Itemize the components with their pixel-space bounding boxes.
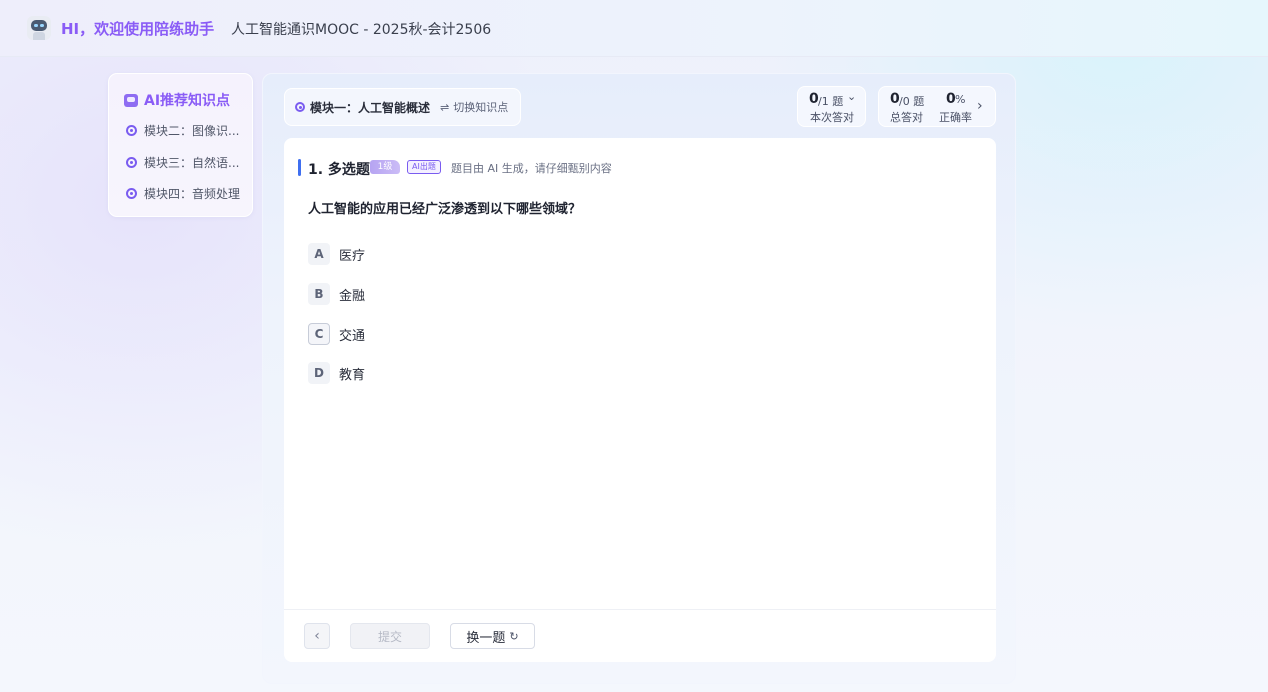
submit-button[interactable]: 提交 [350, 623, 430, 649]
question-text: 人工智能的应用已经广泛渗透到以下哪些领域？ [308, 202, 582, 217]
question-type-title: 1. 多选题 [308, 162, 370, 178]
sidebar-item-label: 模块四：音频处理 [144, 187, 241, 201]
option-key: A [308, 243, 330, 265]
option-key: C [308, 323, 330, 345]
sidebar-item-label: 模块二：图像识... [144, 124, 240, 138]
target-icon [295, 102, 305, 112]
level-badge: 1级 [370, 160, 400, 174]
option-c[interactable]: C 交通 [308, 323, 365, 345]
chevron-right-icon: › [977, 98, 983, 114]
target-icon [126, 188, 137, 199]
current-module: 模块一：人工智能概述 [310, 100, 431, 115]
option-text: 教育 [339, 367, 366, 383]
module-selector: 模块一：人工智能概述 ⇌ 切换知识点 [284, 88, 521, 126]
swap-label: 换一题 [466, 630, 506, 646]
sidebar-item-label: 模块三：自然语... [144, 156, 240, 170]
target-icon [126, 157, 137, 168]
switch-icon[interactable]: ⇌ [440, 101, 449, 114]
option-key: B [308, 283, 330, 305]
app-header: HI，欢迎使用陪练助手 人工智能通识MOOC - 2025秋-会计2506 [0, 0, 1268, 57]
session-stat-dropdown[interactable]: 0 /1 题 ⌄ 本次答对 [797, 86, 866, 127]
refresh-icon: ↻ [509, 629, 519, 643]
total-stat-label: 总答对 [890, 111, 923, 124]
total-count-unit: /0 题 [899, 95, 925, 108]
option-d[interactable]: D 教育 [308, 362, 365, 384]
option-key: D [308, 362, 330, 384]
ai-generated-badge: AI出题 [407, 160, 441, 174]
option-b[interactable]: B 金融 [308, 283, 365, 305]
sidebar-item-module-3[interactable]: 模块三：自然语... [126, 154, 239, 171]
chevron-left-icon: ‹ [314, 628, 320, 644]
practice-panel: 模块一：人工智能概述 ⇌ 切换知识点 0 /1 题 ⌄ 本次答对 0 /0 题 … [262, 73, 1016, 684]
session-stat-label: 本次答对 [810, 111, 854, 124]
option-text: 医疗 [339, 248, 366, 264]
previous-button[interactable]: ‹ [304, 623, 330, 649]
ai-bot-icon [124, 93, 138, 107]
switch-knowledge-link[interactable]: 切换知识点 [453, 99, 508, 115]
accuracy-label: 正确率 [939, 111, 972, 124]
sidebar-header: AI推荐知识点 [124, 90, 230, 110]
next-question-button[interactable]: 换一题 ↻ [450, 623, 535, 649]
target-icon [126, 125, 137, 136]
ai-disclaimer: 题目由 AI 生成，请仔细甄别内容 [451, 162, 612, 175]
option-text: 交通 [339, 328, 366, 344]
overall-stat-button[interactable]: 0 /0 题 总答对 0 % 正确率 › [878, 86, 996, 127]
greeting-title: HI，欢迎使用陪练助手 [61, 20, 215, 38]
submit-label: 提交 [377, 629, 402, 644]
title-accent-bar [298, 159, 301, 176]
recommend-sidebar: AI推荐知识点 模块二：图像识... 模块三：自然语... 模块四：音频处理 [108, 73, 253, 217]
question-card: 1. 多选题 1级 AI出题 题目由 AI 生成，请仔细甄别内容 人工智能的应用… [284, 138, 996, 662]
sidebar-title: AI推荐知识点 [144, 93, 231, 109]
session-total-unit: /1 题 [818, 95, 844, 108]
footer-divider [284, 609, 996, 610]
sidebar-item-module-4[interactable]: 模块四：音频处理 [126, 185, 240, 202]
sidebar-item-module-2[interactable]: 模块二：图像识... [126, 122, 239, 139]
chevron-down-icon: ⌄ [847, 90, 857, 103]
robot-avatar-icon [27, 16, 51, 40]
option-text: 金融 [339, 288, 366, 304]
course-title: 人工智能通识MOOC - 2025秋-会计2506 [231, 22, 492, 38]
accuracy-unit: % [955, 93, 966, 106]
option-a[interactable]: A 医疗 [308, 243, 365, 265]
